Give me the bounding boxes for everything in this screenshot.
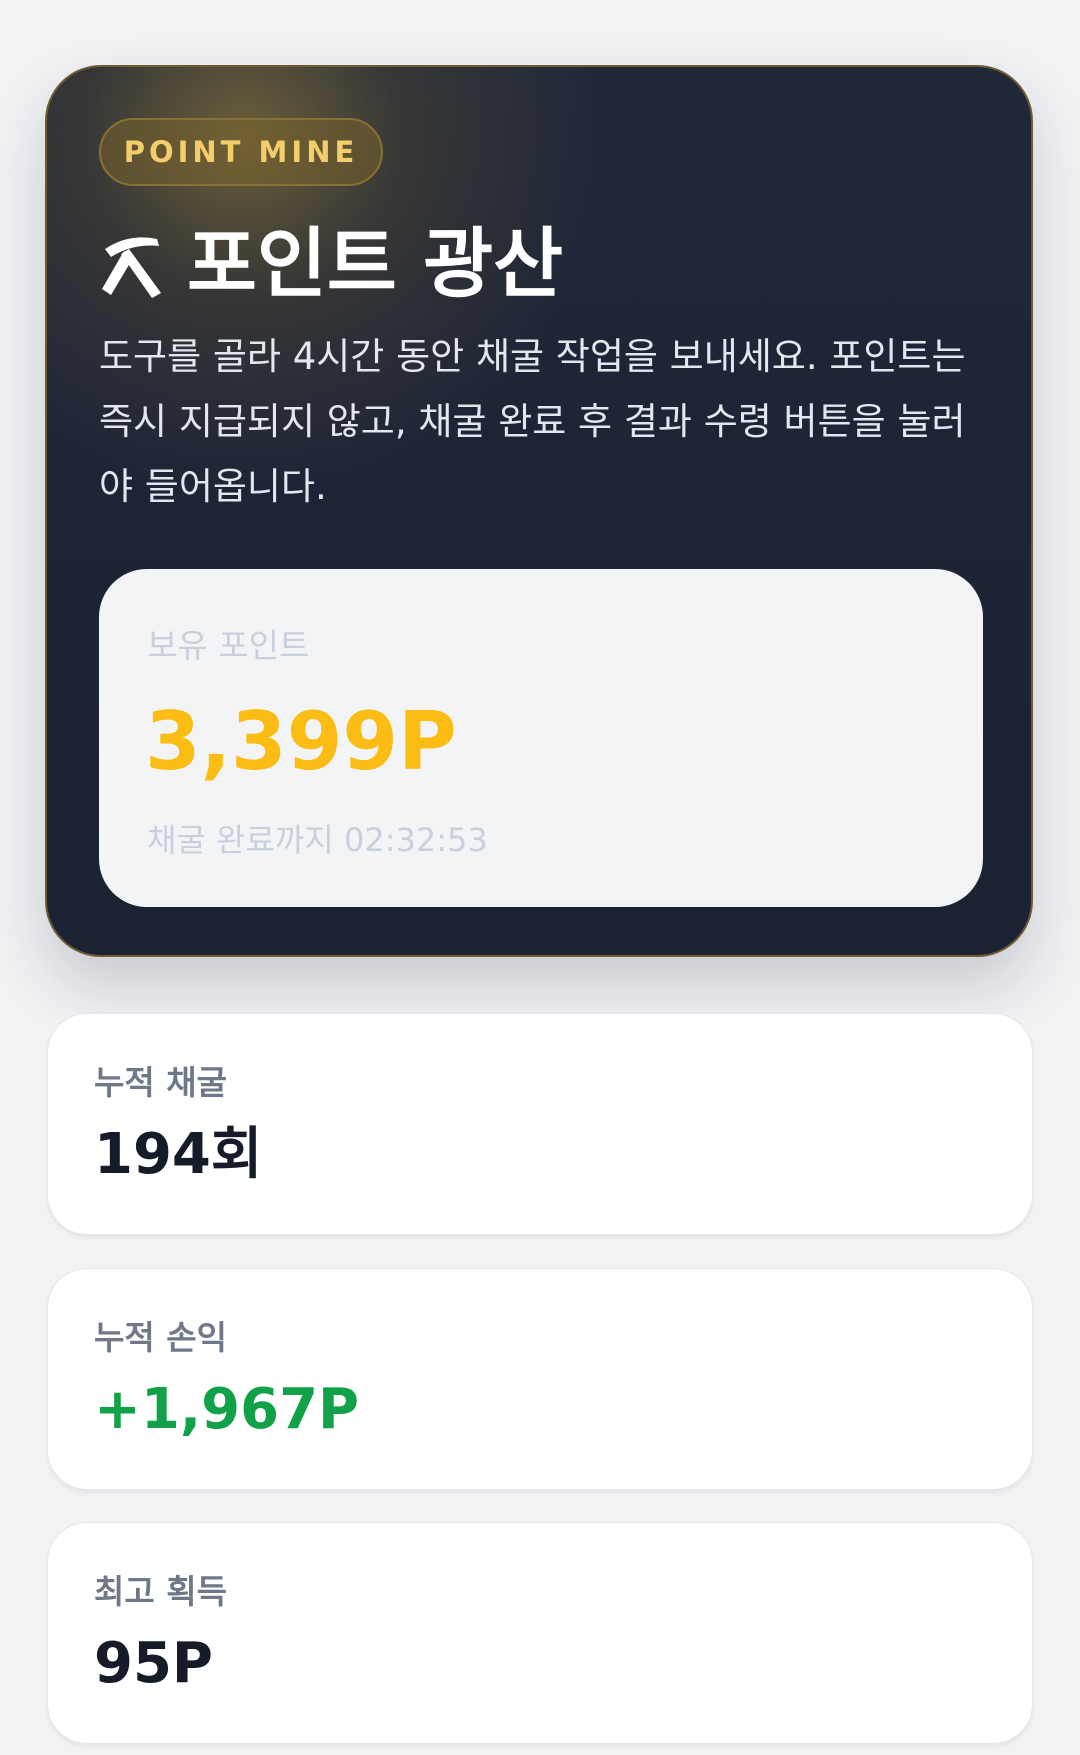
balance-value: 3,399P bbox=[145, 695, 457, 788]
page-title: 포인트 광산 bbox=[187, 219, 564, 308]
balance-panel: 보유 포인트 3,399P 채굴 완료까지 02:32:53 bbox=[99, 569, 983, 907]
stat-value: 95P bbox=[94, 1631, 213, 1696]
stat-value: +1,967P bbox=[94, 1377, 360, 1442]
title-row: 포인트 광산 bbox=[99, 219, 563, 309]
mining-timer: 채굴 완료까지 02:32:53 bbox=[147, 821, 488, 859]
point-mine-badge: POINT MINE bbox=[99, 118, 383, 186]
balance-label: 보유 포인트 bbox=[147, 626, 310, 665]
stat-card-total-profit: 누적 손익 +1,967P bbox=[47, 1268, 1033, 1490]
mine-description: 도구를 골라 4시간 동안 채굴 작업을 보내세요. 포인트는 즉시 지급되지 … bbox=[99, 335, 966, 508]
stat-card-total-mining: 누적 채굴 194회 bbox=[47, 1013, 1033, 1235]
stat-label: 누적 손익 bbox=[94, 1318, 227, 1357]
stat-label: 누적 채굴 bbox=[94, 1063, 227, 1102]
stat-label: 최고 획득 bbox=[94, 1572, 227, 1611]
point-mine-hero-card: POINT MINE 포인트 광산 도구를 골라 4시간 동안 채굴 작업을 보… bbox=[45, 65, 1033, 957]
stat-value: 194회 bbox=[94, 1122, 263, 1187]
stat-card-best-gain: 최고 획득 95P bbox=[47, 1522, 1033, 1744]
pickaxe-icon bbox=[102, 237, 161, 298]
